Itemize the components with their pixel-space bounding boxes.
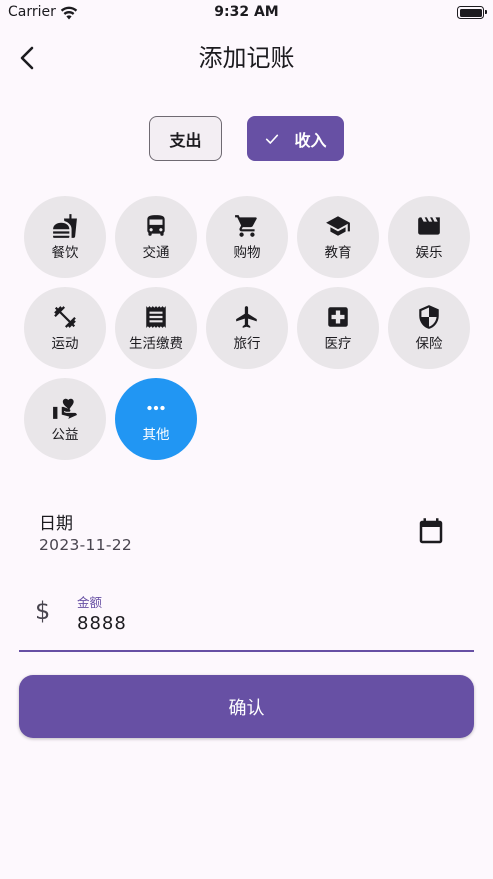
calendar-icon (419, 518, 443, 544)
cart-icon (235, 215, 257, 237)
charity-icon (53, 398, 77, 419)
flight-icon (236, 306, 257, 328)
date-value[interactable]: 2023-11-22 (39, 536, 132, 554)
date-label: 日期 (39, 514, 73, 534)
category-utilities[interactable]: 生活缴费 (115, 287, 197, 369)
more-icon (147, 405, 165, 411)
category-label: 医疗 (324, 336, 352, 352)
movie-icon (418, 217, 440, 235)
confirm-label: 确认 (228, 697, 265, 719)
receipt-icon (146, 306, 166, 328)
category-shopping[interactable]: 购物 (206, 196, 288, 278)
category-label: 娱乐 (415, 245, 443, 261)
category-sports[interactable]: 运动 (24, 287, 106, 369)
category-education[interactable]: 教育 (297, 196, 379, 278)
category-insurance[interactable]: 保险 (388, 287, 470, 369)
medical-icon (328, 307, 348, 327)
battery-icon (457, 6, 487, 19)
category-label: 教育 (324, 245, 352, 261)
category-other[interactable]: 其他 (115, 378, 197, 460)
fitness-icon (54, 306, 76, 328)
expense-label: 支出 (169, 130, 202, 150)
expense-button[interactable]: 支出 (149, 116, 222, 161)
category-label: 购物 (233, 245, 261, 261)
category-charity[interactable]: 公益 (24, 378, 106, 460)
shield-icon (419, 305, 439, 329)
income-label: 收入 (294, 130, 327, 150)
school-icon (326, 216, 350, 236)
page-title: 添加记账 (198, 44, 295, 72)
amount-underline (19, 650, 474, 652)
category-label: 交通 (142, 245, 170, 261)
income-button[interactable]: 收入 (247, 116, 344, 161)
category-entertainment[interactable]: 娱乐 (388, 196, 470, 278)
category-label: 公益 (51, 427, 79, 443)
category-medical[interactable]: 医疗 (297, 287, 379, 369)
amount-field[interactable]: $ 金额 8888 (19, 585, 474, 652)
category-label: 餐饮 (51, 245, 79, 261)
amount-input[interactable]: 8888 (77, 613, 127, 634)
calendar-button[interactable] (414, 515, 448, 549)
category-travel[interactable]: 旅行 (206, 287, 288, 369)
dollar-icon: $ (35, 597, 51, 625)
bus-icon (147, 215, 165, 236)
category-label: 生活缴费 (129, 336, 183, 352)
category-transport[interactable]: 交通 (115, 196, 197, 278)
check-icon (266, 134, 279, 144)
amount-label: 金额 (77, 595, 103, 610)
status-bar: Carrier 9:32 AM (0, 0, 493, 26)
category-label: 旅行 (233, 336, 261, 352)
category-label: 运动 (51, 336, 79, 352)
confirm-button[interactable]: 确认 (19, 675, 474, 738)
fastfood-icon (53, 214, 77, 238)
category-dining[interactable]: 餐饮 (24, 196, 106, 278)
category-label: 保险 (415, 336, 443, 352)
category-label: 其他 (142, 427, 170, 443)
clock: 9:32 AM (214, 4, 279, 20)
